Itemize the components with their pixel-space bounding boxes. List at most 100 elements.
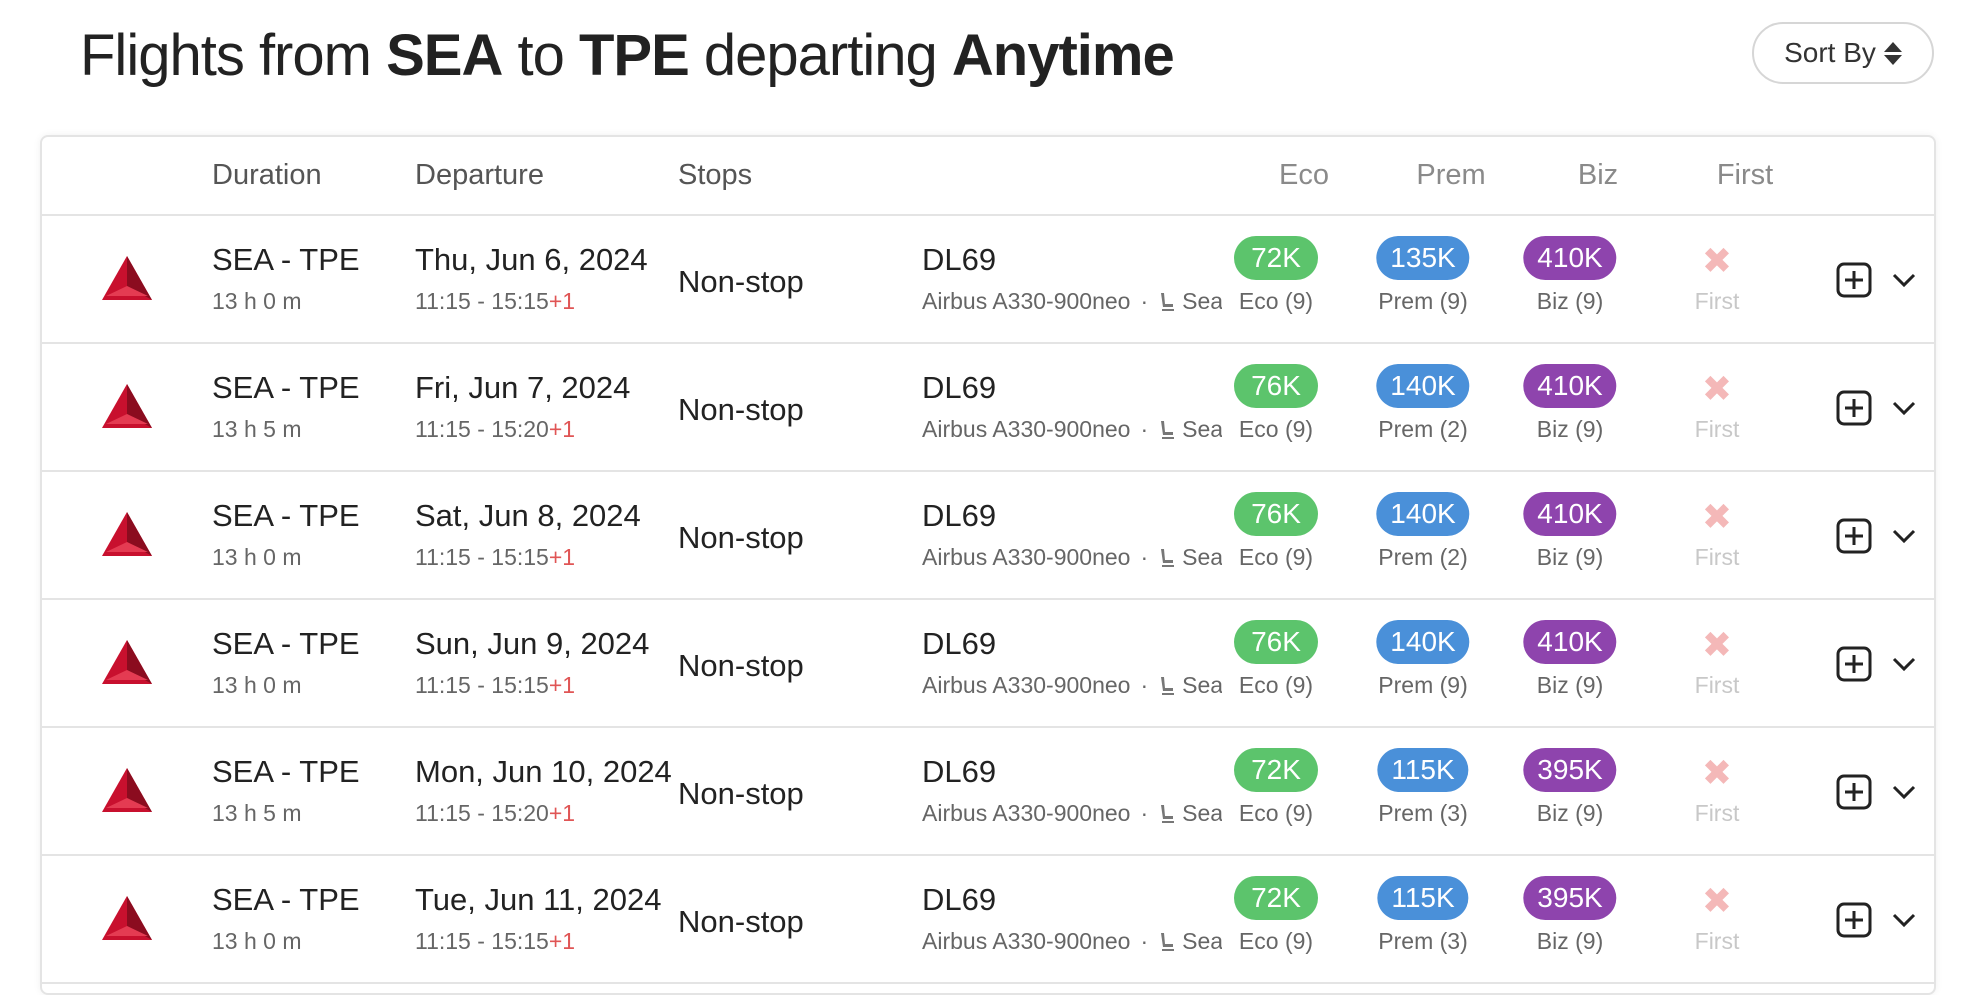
col-stops[interactable]: Stops <box>678 159 752 192</box>
first-label: First <box>1694 800 1740 826</box>
title-to: to <box>517 23 564 88</box>
col-eco[interactable]: Eco <box>1279 159 1329 192</box>
departure-times: 11:15 - 15:20+1 <box>415 800 576 826</box>
col-biz[interactable]: Biz <box>1578 159 1618 192</box>
delta-airline-logo <box>102 256 152 300</box>
next-day-indicator: +1 <box>548 672 576 698</box>
eco-price-badge[interactable]: 72K <box>1234 876 1318 920</box>
prem-seats: Prem (9) <box>1378 288 1468 314</box>
first-unavailable-x-icon: ✖ <box>1701 368 1733 409</box>
add-to-list-icon[interactable] <box>1836 902 1872 938</box>
first-unavailable-x-icon: ✖ <box>1701 752 1733 793</box>
aircraft-info: Airbus A330-900neo · Sea <box>922 288 1222 314</box>
add-to-list-icon[interactable] <box>1836 262 1872 298</box>
eco-price-badge[interactable]: 76K <box>1234 492 1318 536</box>
add-to-list-icon[interactable] <box>1836 646 1872 682</box>
first-label: First <box>1694 928 1740 954</box>
seat-icon <box>1161 677 1175 695</box>
route-text: SEA - TPE <box>212 498 360 533</box>
seat-icon <box>1161 549 1175 567</box>
flight-number: DL69 <box>922 242 997 277</box>
eco-price-badge[interactable]: 72K <box>1234 748 1318 792</box>
stops-text: Non-stop <box>678 776 804 811</box>
add-to-list-icon[interactable] <box>1836 390 1872 426</box>
route-text: SEA - TPE <box>212 242 360 277</box>
duration-text: 13 h 5 m <box>212 416 302 442</box>
prem-price-badge[interactable]: 115K <box>1377 876 1469 920</box>
biz-price-badge[interactable]: 410K <box>1523 364 1617 408</box>
chevron-down-icon[interactable] <box>1890 268 1918 292</box>
eco-seats: Eco (9) <box>1238 672 1314 698</box>
eco-seats: Eco (9) <box>1238 544 1314 570</box>
departure-window: Anytime <box>951 23 1175 88</box>
first-unavailable-x-icon: ✖ <box>1701 880 1733 921</box>
first-unavailable-x-icon: ✖ <box>1701 496 1733 537</box>
prem-seats: Prem (3) <box>1378 800 1468 826</box>
next-day-indicator: +1 <box>548 416 576 442</box>
route-text: SEA - TPE <box>212 370 360 405</box>
eco-price-badge[interactable]: 72K <box>1234 236 1318 280</box>
flight-number: DL69 <box>922 754 997 789</box>
eco-price-badge[interactable]: 76K <box>1234 620 1318 664</box>
aircraft-info: Airbus A330-900neo · Sea <box>922 800 1222 826</box>
departure-times: 11:15 - 15:15+1 <box>415 672 576 698</box>
route-text: SEA - TPE <box>212 882 360 917</box>
biz-price-badge[interactable]: 410K <box>1523 492 1617 536</box>
flight-row[interactable]: SEA - TPE 13 h 5 m Fri, Jun 7, 2024 11:1… <box>42 344 1934 472</box>
flight-row[interactable]: SEA - TPE 13 h 0 m Tue, Jun 11, 2024 11:… <box>42 856 1934 984</box>
col-departure[interactable]: Departure <box>415 159 544 192</box>
next-day-indicator: +1 <box>548 928 576 954</box>
first-unavailable-x-icon: ✖ <box>1701 240 1733 281</box>
next-day-indicator: +1 <box>548 800 576 826</box>
col-prem[interactable]: Prem <box>1416 159 1485 192</box>
flight-row[interactable]: SEA - TPE 13 h 0 m Sat, Jun 8, 2024 11:1… <box>42 472 1934 600</box>
biz-price-badge[interactable]: 395K <box>1523 748 1617 792</box>
aircraft-info: Airbus A330-900neo · Sea <box>922 672 1222 698</box>
chevron-down-icon[interactable] <box>1890 780 1918 804</box>
duration-text: 13 h 0 m <box>212 672 302 698</box>
eco-seats: Eco (9) <box>1238 800 1314 826</box>
table-header: Duration Departure Stops Eco Prem Biz Fi… <box>42 137 1934 216</box>
departure-date: Thu, Jun 6, 2024 <box>415 242 648 277</box>
flight-row[interactable]: SEA - TPE 13 h 0 m Thu, Jun 6, 2024 11:1… <box>42 216 1934 344</box>
prem-seats: Prem (2) <box>1378 416 1468 442</box>
col-first[interactable]: First <box>1717 159 1773 192</box>
prem-price-badge[interactable]: 135K <box>1376 236 1470 280</box>
delta-airline-logo <box>102 512 152 556</box>
prem-seats: Prem (2) <box>1378 544 1468 570</box>
prem-price-badge[interactable]: 140K <box>1376 492 1470 536</box>
prem-price-badge[interactable]: 140K <box>1376 620 1470 664</box>
add-to-list-icon[interactable] <box>1836 774 1872 810</box>
stops-text: Non-stop <box>678 392 804 427</box>
departure-date: Mon, Jun 10, 2024 <box>415 754 672 789</box>
duration-text: 13 h 0 m <box>212 544 302 570</box>
seat-icon <box>1161 421 1175 439</box>
col-duration[interactable]: Duration <box>212 159 322 192</box>
prem-price-badge[interactable]: 140K <box>1376 364 1470 408</box>
flight-row[interactable]: SEA - TPE 13 h 5 m Mon, Jun 10, 2024 11:… <box>42 728 1934 856</box>
delta-airline-logo <box>102 896 152 940</box>
prem-seats: Prem (3) <box>1378 928 1468 954</box>
chevron-down-icon[interactable] <box>1890 524 1918 548</box>
duration-text: 13 h 5 m <box>212 800 302 826</box>
chevron-down-icon[interactable] <box>1890 396 1918 420</box>
stops-text: Non-stop <box>678 264 804 299</box>
add-to-list-icon[interactable] <box>1836 518 1872 554</box>
title-departing: departing <box>703 23 938 88</box>
chevron-down-icon[interactable] <box>1890 652 1918 676</box>
route-text: SEA - TPE <box>212 626 360 661</box>
chevron-down-icon[interactable] <box>1890 908 1918 932</box>
sort-by-button[interactable]: Sort By <box>1752 22 1934 84</box>
prem-price-badge[interactable]: 115K <box>1377 748 1469 792</box>
biz-price-badge[interactable]: 410K <box>1523 236 1617 280</box>
flight-row[interactable]: SEA - TPE 13 h 0 m Sun, Jun 9, 2024 11:1… <box>42 600 1934 728</box>
eco-price-badge[interactable]: 76K <box>1234 364 1318 408</box>
next-day-indicator: +1 <box>548 288 576 314</box>
next-day-indicator: +1 <box>548 544 576 570</box>
eco-seats: Eco (9) <box>1238 288 1314 314</box>
biz-price-badge[interactable]: 395K <box>1523 876 1617 920</box>
title-prefix: Flights from <box>80 23 372 88</box>
biz-price-badge[interactable]: 410K <box>1523 620 1617 664</box>
flight-number: DL69 <box>922 498 997 533</box>
first-label: First <box>1694 288 1740 314</box>
